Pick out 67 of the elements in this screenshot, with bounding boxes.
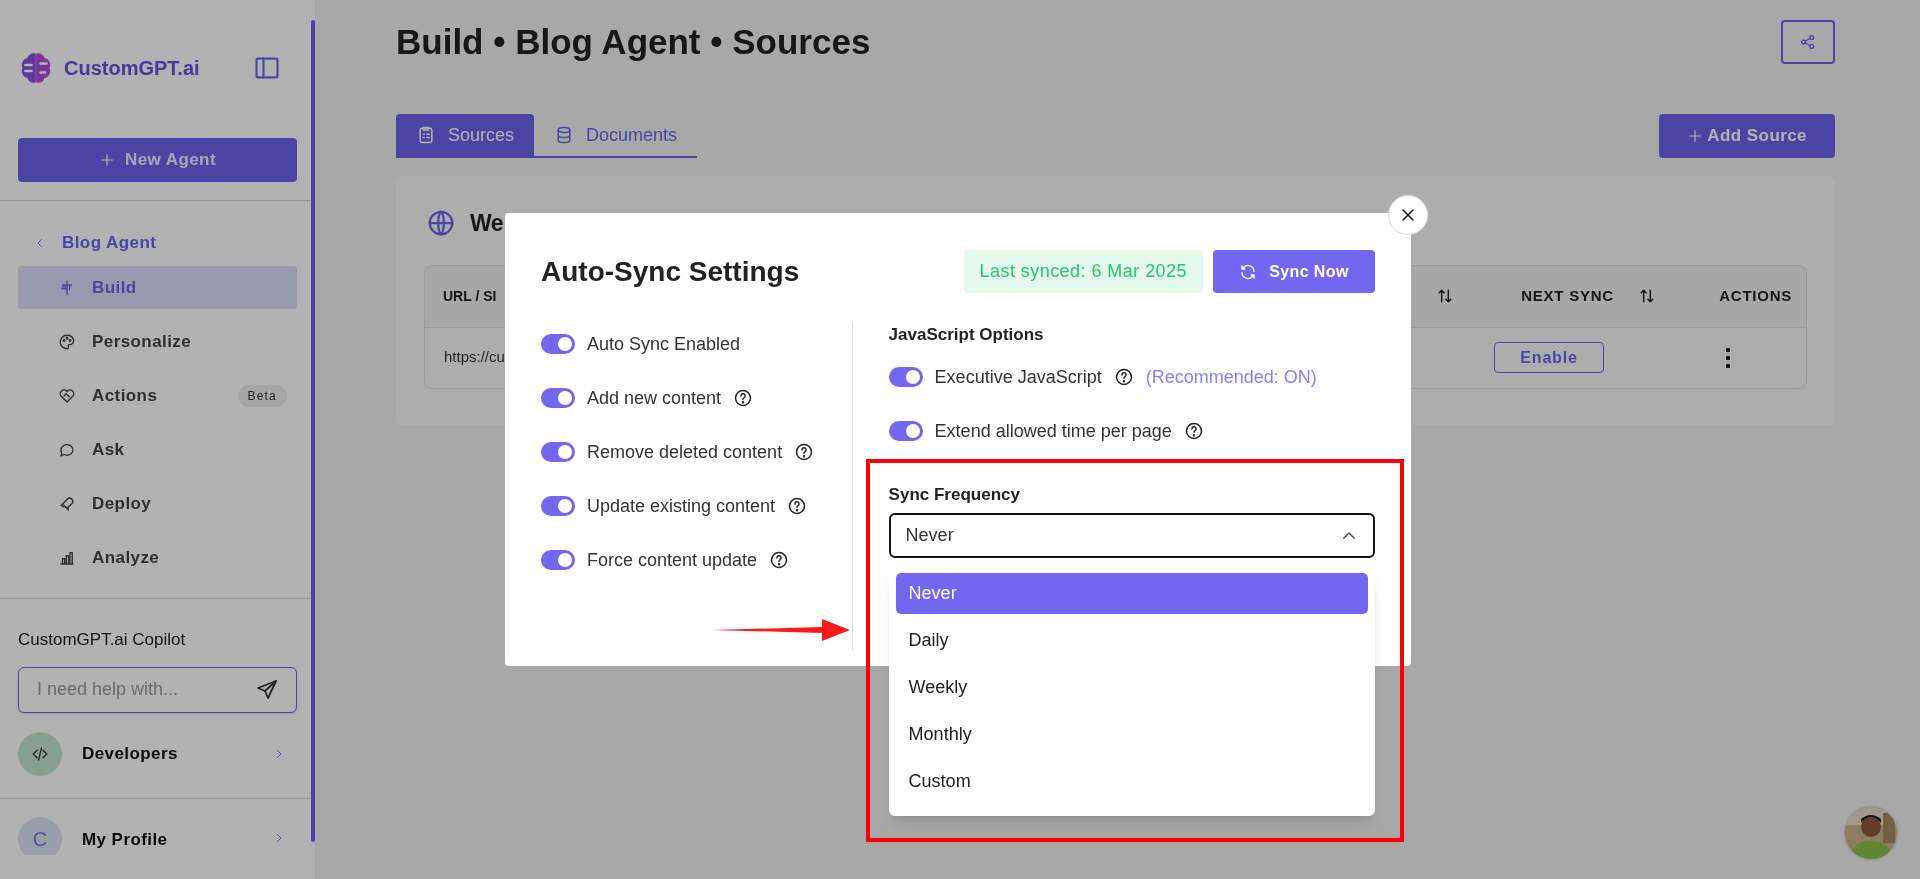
back-link[interactable]: Blog Agent [34,231,315,255]
send-icon[interactable] [255,677,279,702]
field-label: Sync Frequency [888,484,1021,502]
page-title: Build • Blog Agent • Sources [396,20,871,63]
toggle-switch[interactable] [541,496,575,516]
enable-button[interactable]: Enable [1494,342,1604,373]
card-heading: We [470,209,503,238]
plus-icon [98,152,115,168]
dialog-title: Auto-Sync Settings [541,254,800,289]
help-icon[interactable] [769,550,790,570]
table-cell-text: https://cu [444,347,505,368]
code-icon [31,744,49,763]
dropdown-option[interactable]: Daily [895,620,1368,661]
help-icon[interactable] [733,388,754,408]
dropdown-option[interactable]: Weekly [895,667,1368,708]
toggle-switch[interactable] [888,421,923,441]
refresh-icon [1239,262,1258,281]
toggle-switch[interactable] [541,388,575,408]
column-header: NEXT SYNC [1521,285,1615,306]
plus-icon [1687,128,1704,144]
toggle-switch[interactable] [541,442,575,462]
frequency-select[interactable]: Never [888,513,1375,558]
tab[interactable]: Documents [534,114,698,156]
add-source-button[interactable]: Add Source [1659,114,1835,158]
toggle-switch[interactable] [888,367,923,387]
column-header: URL / SI [443,286,497,306]
sidebar-item[interactable]: Deploy [18,482,297,525]
column-header: ACTIONS [1719,285,1792,306]
sidebar-item[interactable]: Ask [18,428,297,471]
toggle-label: Force content update [587,548,758,572]
share-button[interactable] [1781,20,1835,64]
developers-link[interactable]: Developers [18,731,297,776]
clipboard-icon [416,125,436,145]
sync-status-badge: Last synced: 6 Mar 2025 [963,250,1203,293]
beta-badge: Beta [237,384,287,407]
dropdown-option[interactable]: Monthly [895,714,1368,755]
dropdown-option[interactable]: Custom [895,761,1368,802]
toggle-label: Auto Sync Enabled [587,332,741,356]
help-icon[interactable] [794,442,815,462]
dropdown-option[interactable]: Never [895,573,1368,614]
copilot-input[interactable]: I need help with... [18,666,297,713]
heart-icon [58,386,76,405]
toggle-label: Extend allowed time per page [934,419,1172,443]
recommendation-note: (Recommended: ON) [1145,365,1317,389]
toggle-label: Add new content [587,386,722,410]
toggle-label: Remove deleted content [587,440,783,464]
sync-now-button[interactable]: Sync Now [1213,250,1375,293]
help-icon[interactable] [787,496,808,516]
tab[interactable]: Sources [396,114,535,156]
copilot-title: CustomGPT.ai Copilot [18,629,187,651]
new-agent-button[interactable]: New Agent [18,138,297,182]
palette-icon [58,332,76,351]
section-title: JavaScript Options [888,324,1045,344]
toggle-switch[interactable] [541,550,575,570]
sidebar-item[interactable]: Actions Beta [18,374,297,417]
toggle-label: Executive JavaScript [934,365,1102,389]
sidebar-item[interactable]: Analyze [18,536,297,579]
avatar-initial: C [18,816,62,855]
toggle-label: Update existing content [587,494,776,518]
profile-link[interactable]: C My Profile [18,816,297,855]
share-icon [1799,33,1817,51]
more-vertical-icon[interactable] [1725,346,1731,369]
toggle-switch[interactable] [541,334,575,354]
brand-name: CustomGPT.ai [64,56,200,81]
help-icon[interactable] [1113,367,1134,387]
sidebar-item[interactable]: Personalize [18,320,297,363]
help-icon[interactable] [1183,421,1204,441]
